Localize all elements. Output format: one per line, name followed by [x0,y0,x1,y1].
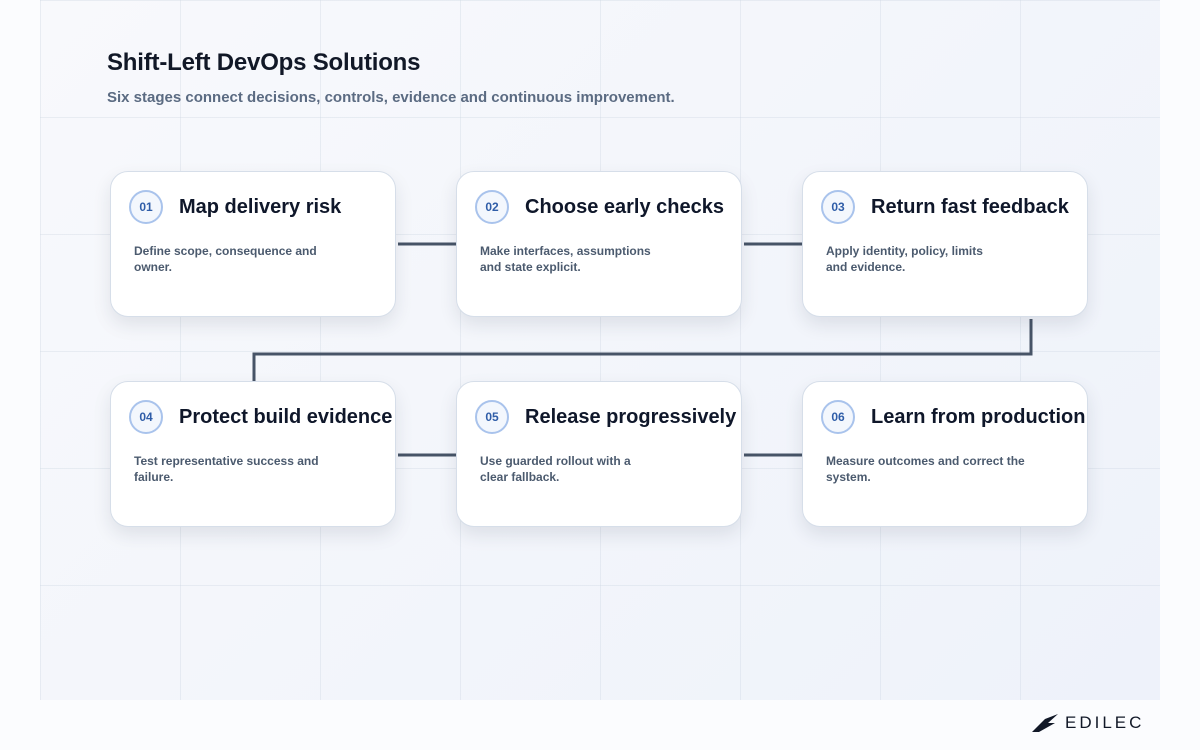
stage-card-05: 05 Release progressively Use guarded rol… [456,381,742,527]
brand-logo: EDILEC [1031,710,1144,736]
stage-number-badge: 02 [475,190,509,224]
stage-card-04: 04 Protect build evidence Test represent… [110,381,396,527]
stage-number-badge: 06 [821,400,855,434]
flow-connectors [252,242,1033,457]
stage-title: Release progressively [525,406,737,428]
stage-title: Choose early checks [525,196,724,218]
stage-description: Define scope, consequence and owner. [134,244,317,274]
stage-description: Use guarded rollout with a clear fallbac… [480,454,631,484]
brand-name: EDILEC [1065,713,1145,732]
stage-description: Make interfaces, assumptions and state e… [480,244,651,274]
stage-number-badge: 03 [821,190,855,224]
stage-number-badge: 05 [475,400,509,434]
stage-title: Protect build evidence [179,406,393,428]
stage-card-02: 02 Choose early checks Make interfaces, … [456,171,742,317]
stage-card-01: 01 Map delivery risk Define scope, conse… [110,171,396,317]
stage-title: Learn from production [871,406,1086,428]
stage-number-badge: 01 [129,190,163,224]
stage-description: Test representative success and failure. [134,454,319,484]
stage-title: Map delivery risk [179,196,342,218]
stage-number-badge: 04 [129,400,163,434]
brand-mark-icon [1032,714,1058,732]
stage-card-03: 03 Return fast feedback Apply identity, … [802,171,1088,317]
stage-card-06: 06 Learn from production Measure outcome… [802,381,1088,527]
stage-description: Measure outcomes and correct the system. [826,454,1025,484]
connector-03-04 [252,319,1033,381]
stage-description: Apply identity, policy, limits and evide… [826,244,983,274]
stage-title: Return fast feedback [871,196,1069,218]
